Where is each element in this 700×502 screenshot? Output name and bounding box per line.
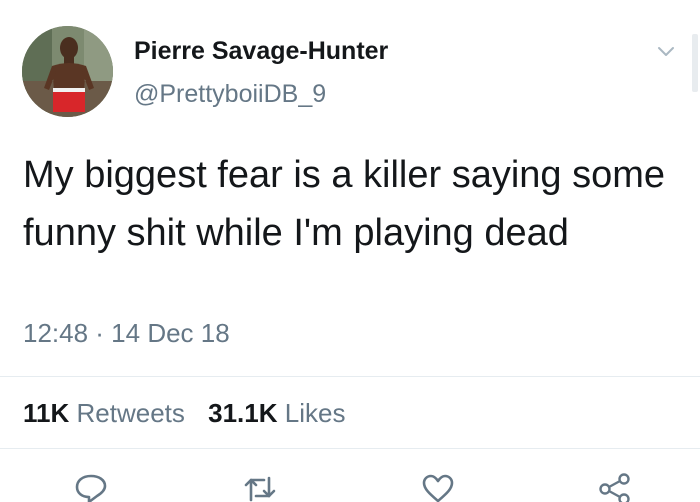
- tweet-stats: 11K Retweets 31.1K Likes: [23, 398, 361, 429]
- retweets-stat[interactable]: 11K Retweets: [23, 398, 185, 428]
- divider: [0, 376, 700, 377]
- share-icon[interactable]: [597, 472, 633, 502]
- like-icon[interactable]: [420, 472, 456, 502]
- tweet-card: Pierre Savage-Hunter @PrettyboiiDB_9 My …: [0, 0, 700, 502]
- author-handle[interactable]: @PrettyboiiDB_9: [134, 80, 326, 109]
- retweets-count: 11K: [23, 398, 70, 428]
- reply-icon[interactable]: [73, 472, 109, 502]
- tweet-timestamp[interactable]: 12:48 · 14 Dec 18: [23, 318, 230, 349]
- chevron-down-icon[interactable]: [655, 40, 677, 62]
- likes-stat[interactable]: 31.1K Likes: [208, 398, 345, 428]
- retweets-label: Retweets: [76, 398, 185, 428]
- retweet-icon[interactable]: [242, 472, 278, 502]
- likes-label: Likes: [284, 398, 346, 428]
- author-display-name[interactable]: Pierre Savage-Hunter: [134, 37, 388, 66]
- divider: [0, 448, 700, 449]
- likes-count: 31.1K: [208, 398, 278, 428]
- avatar-photo: [22, 26, 113, 117]
- scrollbar: [692, 34, 698, 92]
- avatar[interactable]: [22, 26, 113, 117]
- tweet-text: My biggest fear is a killer saying some …: [23, 154, 666, 254]
